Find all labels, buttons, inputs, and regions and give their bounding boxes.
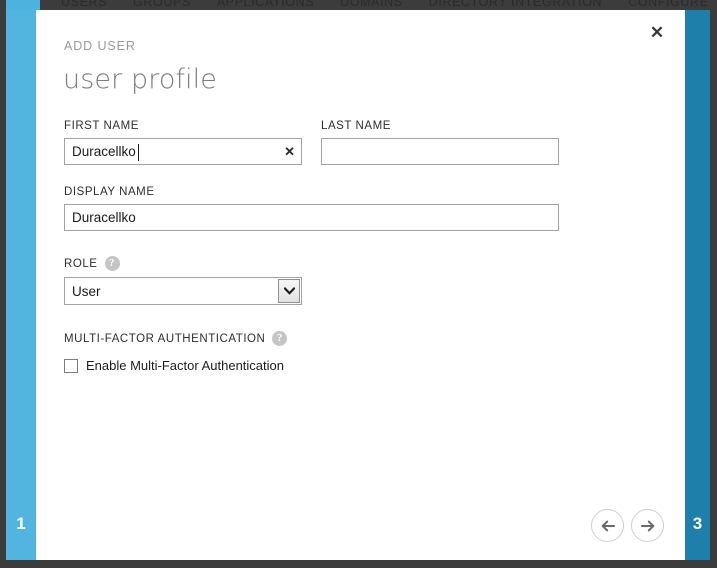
mfa-checkbox[interactable] [64,358,78,373]
name-row: FIRST NAME ✕ LAST NAME [64,120,664,165]
chevron-down-icon[interactable] [278,279,300,303]
arrow-right-icon[interactable] [631,509,664,542]
page-title: user profile [63,64,217,95]
first-name-label: FIRST NAME [64,120,139,132]
wizard-step-number-right: 3 [692,514,703,533]
display-name-field-group: DISPLAY NAME [64,186,664,231]
role-label-text: ROLE [64,257,98,270]
app-screen: USERS GROUPS APPLICATIONS DOMAINS DIRECT… [0,0,717,568]
wizard-step-strip-left[interactable]: 1 [6,10,36,560]
display-name-input-wrapper[interactable] [64,204,559,231]
add-user-dialog: ✕ ADD USER user profile FIRST NAME ✕ LAS… [36,10,685,560]
user-profile-form: FIRST NAME ✕ LAST NAME DISPLAY NAME [64,120,664,373]
close-icon[interactable]: ✕ [642,18,672,48]
first-name-field-group: FIRST NAME ✕ [64,120,302,165]
role-label: ROLE ? [64,256,664,271]
tab-configure[interactable]: CONFIGURE [615,0,717,9]
first-name-input[interactable] [65,139,301,164]
text-caret [138,144,139,161]
help-icon[interactable]: ? [272,331,288,346]
role-selected-value: User [72,283,101,299]
help-icon[interactable]: ? [104,256,120,271]
tab-applications[interactable]: APPLICATIONS [204,0,327,9]
wizard-step-number-left: 1 [16,514,26,533]
bottom-bar [0,560,717,568]
tab-users[interactable]: USERS [48,0,120,9]
display-name-input[interactable] [65,205,558,230]
last-name-input-wrapper[interactable] [321,138,559,165]
first-name-input-wrapper[interactable]: ✕ [64,138,302,165]
mfa-label: MULTI-FACTOR AUTHENTICATION ? [64,331,664,346]
tab-directory-integration[interactable]: DIRECTORY INTEGRATION [416,0,616,9]
wizard-nav-buttons [591,509,664,542]
mfa-checkbox-row[interactable]: Enable Multi-Factor Authentication [64,358,664,373]
role-select[interactable]: User [64,277,302,305]
azure-logo-icon [6,0,40,10]
top-navigation-bar: USERS GROUPS APPLICATIONS DOMAINS DIRECT… [0,0,717,10]
mfa-label-text: MULTI-FACTOR AUTHENTICATION [64,332,266,345]
tab-groups[interactable]: GROUPS [120,0,204,9]
last-name-field-group: LAST NAME [321,120,559,165]
display-name-label: DISPLAY NAME [64,186,155,198]
wizard-step-strip-right[interactable]: 3 [685,10,710,560]
last-name-label: LAST NAME [321,120,391,132]
arrow-left-icon[interactable] [591,509,624,542]
role-field-group: ROLE ? User [64,256,664,305]
mfa-field-group: MULTI-FACTOR AUTHENTICATION ? Enable Mul… [64,331,664,373]
dialog-eyebrow: ADD USER [64,39,136,53]
mfa-checkbox-label[interactable]: Enable Multi-Factor Authentication [86,358,284,373]
last-name-input[interactable] [322,139,558,164]
clear-icon[interactable]: ✕ [284,144,295,160]
tab-domains[interactable]: DOMAINS [327,0,416,9]
